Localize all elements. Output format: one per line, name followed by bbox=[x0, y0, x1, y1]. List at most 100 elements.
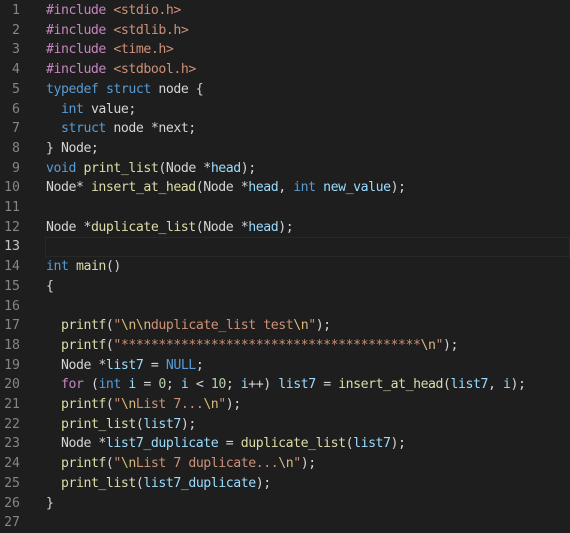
code-text: #include <stdlib.h> bbox=[46, 21, 189, 41]
line-number: 14 bbox=[4, 259, 20, 275]
code-line[interactable]: 26} bbox=[0, 494, 570, 514]
line-number: 16 bbox=[4, 298, 20, 314]
code-text: for (int i = 0; i < 10; i++) list7 = ins… bbox=[46, 375, 526, 395]
token-ctl: for bbox=[60, 377, 84, 393]
token-fn: insert_at_head bbox=[90, 180, 196, 196]
token-var: head bbox=[210, 160, 241, 176]
line-number: 1 bbox=[12, 3, 20, 18]
token-kw: int bbox=[98, 377, 121, 393]
code-text: { bbox=[46, 277, 54, 297]
code-line[interactable]: 2 #include <stdlib.h> bbox=[0, 21, 570, 41]
token-plain: Node* bbox=[46, 180, 91, 196]
code-line[interactable]: 19 Node *list7 = NULL; bbox=[0, 356, 570, 376]
code-line[interactable]: 17 printf("\n\nduplicate_list test\n"); bbox=[0, 316, 570, 336]
token-num: 0 bbox=[158, 377, 166, 393]
code-line[interactable]: 10 Node* insert_at_head(Node *head, int n… bbox=[0, 178, 570, 198]
token-plain: { bbox=[46, 278, 54, 294]
code-line[interactable]: 15 { bbox=[0, 277, 570, 297]
token-pp: #include bbox=[46, 3, 106, 18]
line-number: 3 bbox=[12, 42, 20, 58]
code-text: int value; bbox=[46, 100, 136, 120]
code-text: void print_list(Node *head); bbox=[46, 159, 256, 179]
token-kw: int bbox=[60, 101, 84, 117]
token-var: list7 bbox=[353, 436, 391, 452]
token-str: " bbox=[308, 318, 316, 334]
line-number: 19 bbox=[4, 357, 20, 373]
line-number: 9 bbox=[12, 160, 20, 176]
code-line[interactable]: 14 int main() bbox=[0, 257, 570, 277]
token-plain: ); bbox=[225, 397, 241, 412]
token-str: List 7 duplicate... bbox=[135, 456, 279, 472]
token-plain: = bbox=[135, 377, 159, 393]
token-plain: (Node * bbox=[195, 219, 249, 235]
token-plain: ); bbox=[442, 337, 458, 353]
token-str: " bbox=[113, 318, 121, 334]
token-plain: Node * bbox=[46, 219, 91, 235]
token-plain: ); bbox=[390, 180, 406, 196]
token-var: head bbox=[248, 219, 279, 235]
token-fn: insert_at_head bbox=[338, 377, 444, 393]
token-fn: printf bbox=[60, 337, 106, 353]
code-line[interactable]: 25 print_list(list7_duplicate); bbox=[0, 474, 570, 494]
token-inc: <stdlib.h> bbox=[113, 22, 189, 38]
code-line[interactable]: 8} Node; bbox=[0, 139, 570, 159]
line-number: 26 bbox=[4, 495, 20, 511]
code-line[interactable]: 16 bbox=[0, 297, 570, 317]
line-number: 8 bbox=[12, 140, 20, 156]
token-plain: Node * bbox=[46, 436, 106, 452]
line-number: 20 bbox=[4, 377, 20, 393]
token-kw: struct bbox=[60, 121, 106, 137]
code-line[interactable]: 23 Node *list7_duplicate = duplicate_lis… bbox=[0, 434, 570, 454]
token-plain: (Node * bbox=[158, 160, 211, 176]
token-num: 10 bbox=[210, 377, 226, 393]
token-str: duplicate_list test bbox=[150, 318, 294, 334]
code-editor[interactable]: 1 #include <stdio.h> 2 #include <stdlib.h> 3… bbox=[0, 0, 570, 533]
token-esc: \n bbox=[420, 337, 436, 353]
token-pp: #include bbox=[46, 22, 106, 38]
token-plain: = bbox=[143, 357, 166, 373]
token-esc: \n bbox=[120, 456, 136, 472]
line-number: 17 bbox=[4, 318, 20, 334]
code-line[interactable]: 22 print_list(list7); bbox=[0, 415, 570, 435]
code-text: } bbox=[46, 494, 54, 514]
code-line[interactable]: 7 struct node *next; bbox=[0, 119, 570, 139]
code-line[interactable]: 1 #include <stdio.h> bbox=[0, 1, 570, 21]
code-line[interactable]: 21 printf("\nList 7...\n"); bbox=[0, 395, 570, 415]
code-line[interactable]: 27 bbox=[0, 513, 570, 533]
code-line[interactable]: 11 bbox=[0, 198, 570, 218]
code-line[interactable]: 18 printf("*****************************… bbox=[0, 336, 570, 356]
token-plain: ( bbox=[83, 377, 99, 393]
code-line[interactable]: 13 bbox=[0, 237, 570, 258]
line-number: 12 bbox=[4, 219, 20, 235]
token-fn: print_list bbox=[60, 416, 136, 432]
code-line[interactable]: 12 Node *duplicate_list(Node *head); bbox=[0, 218, 570, 238]
token-var: list7 bbox=[143, 416, 181, 432]
line-number: 23 bbox=[4, 436, 20, 452]
token-plain: ); bbox=[255, 475, 271, 491]
token-plain: , bbox=[488, 377, 503, 393]
code-line[interactable]: 5 typedef struct node { bbox=[0, 80, 570, 100]
code-line[interactable]: 24 printf("\nList 7 duplicate...\n"); bbox=[0, 454, 570, 474]
token-kw: NULL bbox=[165, 357, 196, 373]
token-plain: } bbox=[46, 495, 54, 511]
token-kw: typedef bbox=[46, 81, 99, 97]
token-str: " bbox=[113, 397, 121, 412]
token-fn: print_list bbox=[60, 475, 136, 491]
code-line[interactable]: 9 void print_list(Node *head); bbox=[0, 159, 570, 179]
code-line[interactable]: 4 #include <stdbool.h> bbox=[0, 60, 570, 80]
line-number: 4 bbox=[12, 62, 20, 78]
code-line[interactable]: 6 int value; bbox=[0, 100, 570, 120]
token-esc: \n bbox=[278, 456, 294, 472]
code-text: printf("\nList 7...\n"); bbox=[46, 395, 241, 415]
token-plain: value; bbox=[83, 101, 136, 117]
line-number: 10 bbox=[4, 180, 20, 196]
token-str: " bbox=[435, 337, 443, 353]
token-pp: #include bbox=[46, 62, 106, 78]
token-var: list7_duplicate bbox=[105, 436, 219, 452]
code-line[interactable]: 20 for (int i = 0; i < 10; i++) list7 = … bbox=[0, 375, 570, 395]
code-line[interactable]: 3 #include <time.h> bbox=[0, 40, 570, 60]
